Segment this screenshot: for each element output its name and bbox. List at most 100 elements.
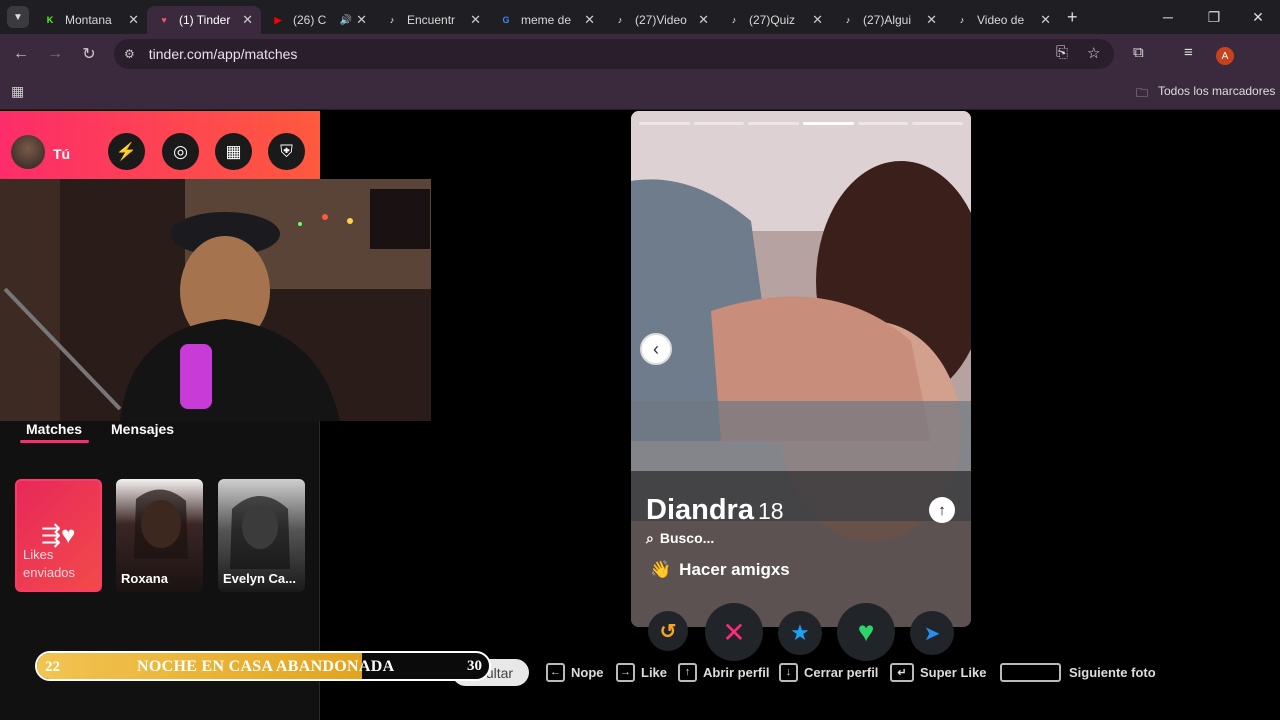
extensions-icon[interactable]: ⧉ xyxy=(1133,44,1144,61)
all-bookmarks-link[interactable]: Todos los marcadores xyxy=(1158,84,1275,98)
open-profile-arrow-icon[interactable]: ↑ xyxy=(929,497,955,523)
safety-shield-icon[interactable]: ⛨ xyxy=(268,133,305,170)
profile-avatar[interactable]: A xyxy=(1216,47,1234,65)
close-tab-icon[interactable]: ✕ xyxy=(584,12,595,28)
browser-tab[interactable]: ♪ (27)Quiz ✕ xyxy=(717,6,831,34)
waving-hand-icon: 👋 xyxy=(650,560,672,579)
super-like-button[interactable]: ★ xyxy=(778,611,822,655)
photo-progress-segment xyxy=(639,122,690,125)
close-tab-icon[interactable]: ✕ xyxy=(926,12,937,28)
new-tab-button[interactable]: + xyxy=(1067,7,1078,28)
install-app-icon[interactable]: ⎘ xyxy=(1056,44,1068,61)
browser-tab[interactable]: ▶ (26) C 🔊 ✕ xyxy=(261,6,375,34)
browser-toolbar: ← → ↻ ⚙ tinder.com/app/matches ⎘ ☆ ⧉ ≡ xyxy=(0,34,1280,74)
hint-nope-label: Nope xyxy=(571,664,604,680)
browser-tab[interactable]: ♥ (1) Tinder ✕ xyxy=(147,6,261,34)
tinder-icon: ♥ xyxy=(161,15,167,25)
heart-icon: ♥ xyxy=(857,616,875,647)
tab-search-button[interactable]: ▼ xyxy=(7,6,29,28)
close-x-icon: ✕ xyxy=(722,616,746,648)
tab-messages[interactable]: Mensajes xyxy=(111,421,174,437)
match-card[interactable]: Evelyn Ca... xyxy=(218,479,305,592)
send-arrow-icon: ➤ xyxy=(923,622,941,645)
bookmarks-bar: ▦ 🗀 Todos los marcadores xyxy=(0,74,1280,110)
tab-title: (26) C xyxy=(293,13,327,27)
photo-progress-segment xyxy=(693,122,745,125)
stream-goal-banner: 22 NOCHE EN CASA ABANDONADA 30 xyxy=(35,651,491,681)
likes-sent-card[interactable]: ⇶♥ Likes enviados xyxy=(15,479,102,592)
speaker-icon[interactable]: 🔊 xyxy=(340,15,352,26)
star-icon: ★ xyxy=(790,620,810,645)
restore-button[interactable]: ❐ xyxy=(1194,0,1234,34)
hint-super-like-label: Super Like xyxy=(920,664,987,680)
folder-icon: 🗀 xyxy=(1136,86,1149,100)
back-button[interactable]: ← xyxy=(4,45,38,63)
close-tab-icon[interactable]: ✕ xyxy=(470,12,481,28)
webcam-overlay xyxy=(0,179,431,421)
profile-photo xyxy=(631,111,971,627)
close-tab-icon[interactable]: ✕ xyxy=(128,12,139,28)
address-bar[interactable]: ⚙ tinder.com/app/matches xyxy=(114,39,1114,69)
goal-target-number: 30 xyxy=(467,658,482,674)
minimize-button[interactable]: ─ xyxy=(1148,0,1188,34)
photo-progress-segment xyxy=(748,122,799,125)
sidebar-header: Tú ⚡ ◎ ▦ ⛨ xyxy=(0,111,320,179)
close-tab-icon[interactable]: ✕ xyxy=(356,12,367,28)
kick-icon: K xyxy=(46,15,54,25)
browser-tab[interactable]: ♪ Encuentr ✕ xyxy=(375,6,489,34)
media-control-icon[interactable]: ≡ xyxy=(1184,44,1193,61)
tiktok-icon: ♪ xyxy=(617,15,623,25)
boost-icon[interactable]: ⚡ xyxy=(108,133,145,170)
browser-tab[interactable]: ♪ (27)Video ✕ xyxy=(603,6,717,34)
like-button[interactable]: ♥ xyxy=(837,603,895,661)
browser-tab[interactable]: ♪ Video de ✕ xyxy=(945,6,1059,34)
tab-title: Montana xyxy=(65,13,112,27)
explore-compass-icon[interactable]: ◎ xyxy=(162,133,199,170)
forward-button[interactable]: → xyxy=(38,45,72,63)
match-card[interactable]: Roxana xyxy=(116,479,203,592)
youtube-icon: ▶ xyxy=(274,14,282,25)
briefcase-icon[interactable]: ▦ xyxy=(215,133,252,170)
site-info-icon[interactable]: ⚙ xyxy=(124,47,135,61)
match-name: Evelyn Ca... xyxy=(223,571,296,586)
hint-open-profile-label: Abrir perfil xyxy=(703,664,770,680)
goal-current-number: 22 xyxy=(45,659,60,675)
tab-title: (27)Algui xyxy=(863,13,912,27)
reload-button[interactable]: ↻ xyxy=(72,44,106,64)
my-avatar[interactable] xyxy=(11,135,45,169)
tiktok-icon: ♪ xyxy=(959,15,965,25)
tab-title: (27)Quiz xyxy=(749,13,796,27)
tab-matches[interactable]: Matches xyxy=(26,421,82,437)
close-tab-icon[interactable]: ✕ xyxy=(1040,12,1051,28)
bookmark-star-icon[interactable]: ☆ xyxy=(1087,44,1100,62)
rewind-button[interactable]: ↺ xyxy=(648,611,688,651)
profile-card[interactable] xyxy=(631,111,971,627)
previous-photo-button[interactable]: ‹ xyxy=(640,333,672,365)
browser-tab[interactable]: Gmeme de ✕ xyxy=(489,6,603,34)
nope-button[interactable]: ✕ xyxy=(705,603,763,661)
looking-for-value: 👋 Hacer amigxs xyxy=(650,560,790,580)
browser-tab[interactable]: K Montana ✕ xyxy=(33,6,147,34)
active-tab-indicator xyxy=(20,440,89,443)
apps-grid-icon[interactable]: ▦ xyxy=(11,83,24,100)
close-tab-icon[interactable]: ✕ xyxy=(242,12,253,28)
tab-title: Video de xyxy=(977,13,1025,27)
close-tab-icon[interactable]: ✕ xyxy=(812,12,823,28)
tab-title: meme de xyxy=(521,13,572,27)
rewind-icon: ↺ xyxy=(659,620,677,643)
hint-close-profile: ↓ Cerrar perfil xyxy=(779,661,878,683)
close-window-button[interactable]: ✕ xyxy=(1238,0,1278,34)
right-arrow-key-icon: → xyxy=(616,662,635,682)
url-text: tinder.com/app/matches xyxy=(148,46,298,62)
boost-send-button[interactable]: ➤ xyxy=(910,611,954,655)
google-icon: G xyxy=(502,15,510,25)
hint-open-profile: ↑ Abrir perfil xyxy=(678,661,769,683)
hint-close-profile-label: Cerrar perfil xyxy=(804,664,879,680)
hint-next-photo-label: Siguiente foto xyxy=(1069,664,1156,680)
browser-tab[interactable]: ♪ (27)Algui ✕ xyxy=(831,6,945,34)
looking-for-text: Busco... xyxy=(659,530,715,546)
close-tab-icon[interactable]: ✕ xyxy=(698,12,709,28)
my-profile-label[interactable]: Tú xyxy=(53,146,70,162)
left-arrow-key-icon: ← xyxy=(546,662,565,682)
photo-progress-segment xyxy=(912,122,963,125)
